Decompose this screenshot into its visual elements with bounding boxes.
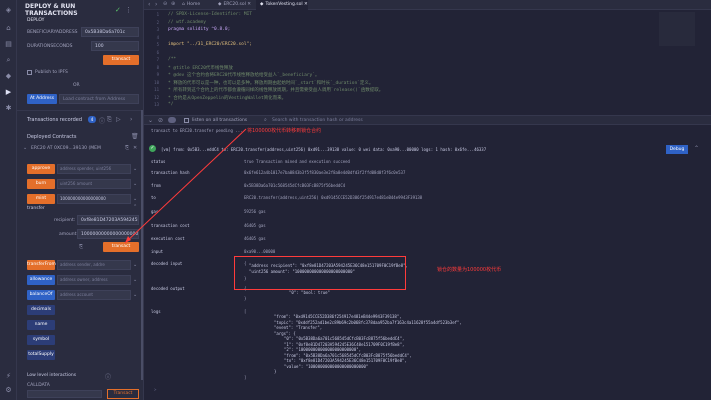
arrow-head — [125, 236, 131, 243]
annotation-arrow — [124, 128, 247, 244]
arrow-line — [124, 128, 247, 244]
